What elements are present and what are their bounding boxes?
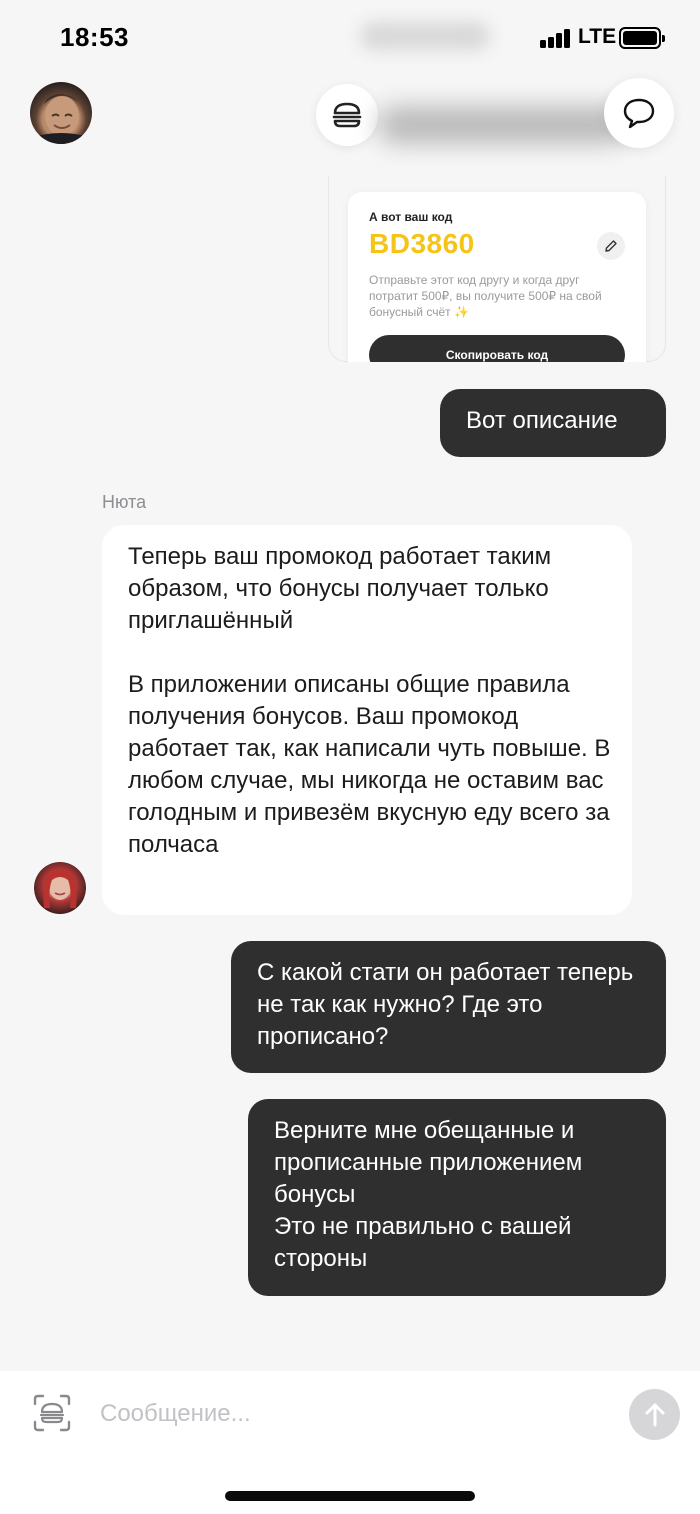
- promo-code-card-message: А вот ваш код BD3860 Отправьте этот код …: [328, 176, 666, 362]
- signal-icon: [540, 28, 572, 48]
- chat-header: [0, 78, 700, 176]
- sender-name: Нюта: [102, 492, 147, 512]
- agent-avatar: [34, 862, 86, 914]
- promo-caption: А вот ваш код: [369, 210, 453, 224]
- battery-icon: [619, 27, 665, 49]
- status-bar: 18:53 LTE: [0, 0, 700, 78]
- burger-scan-icon: [33, 1394, 71, 1432]
- network-type: LTE: [578, 25, 617, 48]
- arrow-up-icon: [645, 1403, 664, 1426]
- user-avatar[interactable]: [30, 82, 92, 144]
- outgoing-message: Вот описание: [440, 389, 666, 457]
- scan-button[interactable]: [32, 1393, 72, 1433]
- promo-code-card: А вот ваш код BD3860 Отправьте этот код …: [348, 192, 646, 362]
- agent-avatar-photo: [43, 869, 77, 908]
- support-chat-button[interactable]: [604, 78, 674, 148]
- edit-code-button[interactable]: [597, 232, 625, 260]
- blurred-chat-title: [378, 106, 628, 144]
- status-time: 18:53: [60, 22, 129, 52]
- outgoing-message: Верните мне обещанные и прописанные прил…: [248, 1099, 666, 1296]
- blurred-status-content: [360, 22, 490, 50]
- message-composer: [0, 1371, 700, 1514]
- menu-burger-button[interactable]: [316, 84, 378, 146]
- promo-description: Отправьте этот код другу и когда друг по…: [369, 273, 602, 319]
- user-avatar-photo: [30, 94, 92, 144]
- message-input[interactable]: [100, 1395, 600, 1433]
- send-button[interactable]: [629, 1389, 680, 1440]
- promo-code-value: BD3860: [369, 228, 475, 259]
- outgoing-message: С какой стати он работает теперь не так …: [231, 941, 666, 1073]
- copy-code-button[interactable]: Скопировать код: [369, 335, 625, 362]
- burger-icon: [332, 102, 362, 128]
- pencil-icon: [605, 240, 617, 252]
- chat-bubble-icon: [623, 98, 655, 129]
- home-indicator: [225, 1491, 475, 1501]
- chat-screen: 18:53 LTE А вот ваш код BD3860 Отправьте…: [0, 0, 700, 1514]
- incoming-message: Теперь ваш промокод работает таким образ…: [102, 525, 632, 915]
